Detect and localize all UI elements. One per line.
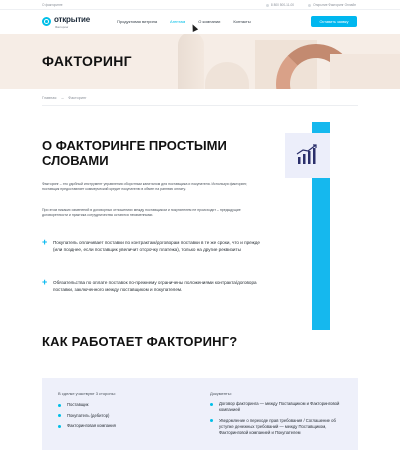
bullet-icon: [58, 424, 61, 428]
nav-item-products[interactable]: Продуктовая витрина: [117, 19, 157, 24]
bullet-icon: [58, 403, 61, 407]
section-title-about: О ФАКТОРИНГЕ ПРОСТЫМИ СЛОВАМИ: [42, 138, 227, 168]
logo[interactable]: открытие Факторинг: [42, 15, 102, 29]
parties-title: В сделке участвуют 3 стороны:: [58, 391, 116, 396]
nav-item-contacts[interactable]: Контакты: [233, 19, 250, 24]
online-text: Открытие Факторинг Онлайн: [313, 3, 356, 7]
logo-subtitle: Факторинг: [55, 25, 69, 29]
bullet-icon: [58, 414, 61, 417]
breadcrumb-current: Факторинг: [68, 96, 87, 100]
phone-text: 8 800 500-11-00: [270, 3, 295, 7]
hero-banner: ФАКТОРИНГ: [0, 34, 400, 89]
documents-title: Документы:: [210, 391, 232, 396]
list-item-text: Поставщик: [67, 402, 89, 407]
main-nav: Продуктовая витрина Агентам О компании К…: [117, 19, 251, 24]
topbar-phone[interactable]: 8 800 500-11-00: [265, 3, 295, 7]
parties-list: Поставщик Покупатель (дебитор) Факторинг…: [58, 402, 116, 434]
divider: [42, 105, 358, 106]
list-item: Поставщик: [58, 402, 116, 408]
about-paragraph-2: При этом никаких изменений в договорных …: [42, 208, 241, 218]
section-title-how: КАК РАБОТАЕТ ФАКТОРИНГ?: [42, 334, 238, 349]
nav-item-about[interactable]: О компании: [198, 19, 220, 24]
topbar-right: 8 800 500-11-00 Открытие Факторинг Онлай…: [265, 3, 356, 7]
breadcrumb: Главная → Факторинг: [42, 96, 86, 100]
about-paragraph-1: Факторинг – это удобный инструмент управ…: [42, 182, 248, 192]
list-item-text: Факторинговая компания: [67, 423, 116, 428]
hero-arch-shape-2: [205, 62, 249, 89]
nav-item-agents[interactable]: Агентам: [170, 19, 185, 24]
list-item: Факторинговая компания: [58, 423, 116, 429]
phone-icon: [265, 3, 269, 7]
list-item-text: Уведомление о переходе прав требования /…: [219, 417, 336, 435]
logo-name: открытие: [54, 15, 91, 24]
breadcrumb-separator: →: [60, 96, 65, 100]
apply-button[interactable]: Оставить заявку: [311, 16, 357, 27]
documents-list: Договор факторинга — между Поставщиком и…: [210, 401, 350, 440]
topbar-about-link[interactable]: О факторинге: [42, 3, 63, 7]
how-panel: В сделке участвуют 3 стороны: Поставщик …: [42, 378, 358, 450]
bullet-icon: [210, 419, 213, 422]
list-item: Договор факторинга — между Поставщиком и…: [210, 401, 350, 413]
breadcrumb-home[interactable]: Главная: [42, 96, 56, 100]
cursor-icon: [189, 23, 199, 32]
list-item: Покупатель (дебитор): [58, 413, 116, 419]
chart-growth-icon: [296, 144, 317, 164]
online-icon: [308, 3, 312, 7]
list-item: Уведомление о переходе прав требования /…: [210, 418, 350, 436]
logo-icon: [42, 17, 51, 26]
plus-icon: +: [42, 237, 48, 247]
topbar-online-link[interactable]: Открытие Факторинг Онлайн: [308, 3, 356, 7]
feature-text: Обязательства по оплате поставок по-преж…: [53, 280, 257, 292]
list-item-text: Покупатель (дебитор): [67, 412, 110, 418]
list-item-text: Договор факторинга — между Поставщиком и…: [219, 401, 340, 412]
top-bar: О факторинге 8 800 500-11-00 Открытие Фа…: [0, 0, 400, 10]
feature-text: Покупатель оплачивает поставки по контра…: [53, 240, 260, 252]
hero-arch-shape: [178, 34, 204, 89]
bullet-icon: [210, 402, 213, 406]
plus-icon: +: [42, 277, 48, 287]
icon-card: [285, 133, 330, 178]
page-title: ФАКТОРИНГ: [42, 53, 132, 69]
hero-plinth-shape: [330, 54, 400, 89]
main-header: открытие Факторинг Продуктовая витрина А…: [0, 10, 400, 34]
